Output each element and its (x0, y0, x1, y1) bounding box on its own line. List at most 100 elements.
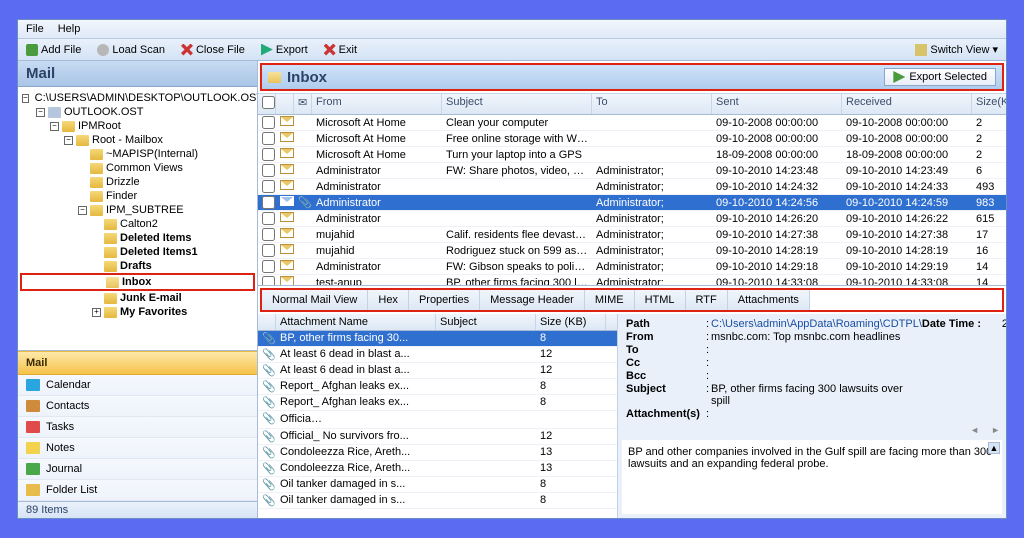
folder-icon (76, 135, 89, 146)
mail-row[interactable]: mujahidRodriguez stuck on 599 as T...Adm… (258, 243, 1006, 259)
envelope-icon (280, 132, 294, 142)
row-checkbox[interactable] (262, 260, 275, 273)
folder-icon (104, 247, 117, 258)
att-header[interactable]: Attachment NameSubjectSize (KB) (258, 314, 617, 331)
paperclip-icon: 📎 (258, 363, 276, 378)
mail-row[interactable]: Microsoft At HomeFree online storage wit… (258, 131, 1006, 147)
add-file-button[interactable]: Add File (24, 43, 83, 57)
row-checkbox[interactable] (262, 228, 275, 241)
export-selected-button[interactable]: Export Selected (884, 68, 996, 86)
load-scan-button[interactable]: Load Scan (95, 43, 167, 57)
attachment-row[interactable]: 📎Oil tanker damaged in s...8 (258, 493, 617, 509)
grid-header[interactable]: ✉ FromSubjectToSentReceivedSize(KB) (258, 93, 1006, 115)
mail-row[interactable]: mujahidCalif. residents flee devastat...… (258, 227, 1006, 243)
expand-icon[interactable]: − (78, 206, 87, 215)
folder-icon (90, 163, 103, 174)
folder-icon (90, 149, 103, 160)
attachment-row[interactable]: 📎Condoleezza Rice, Areth...13 (258, 445, 617, 461)
envelope-icon (280, 212, 294, 222)
scroll-left-icon[interactable]: ◄ (964, 425, 985, 435)
mail-row[interactable]: AdministratorFW: Gibson speaks to polic.… (258, 259, 1006, 275)
expand-icon[interactable]: + (92, 308, 101, 317)
paperclip-icon: 📎 (258, 429, 276, 444)
row-checkbox[interactable] (262, 180, 275, 193)
attachment-row[interactable]: 📎Condoleezza Rice, Areth...13 (258, 461, 617, 477)
expand-icon[interactable]: − (64, 136, 73, 145)
nav-mail[interactable]: Mail (18, 351, 257, 375)
nav-notes[interactable]: Notes (18, 438, 257, 459)
close-file-button[interactable]: Close File (179, 43, 247, 57)
attachment-row[interactable]: 📎Official_ No survivors fro...12 (258, 429, 617, 445)
nav-contacts[interactable]: Contacts (18, 396, 257, 417)
row-checkbox[interactable] (262, 196, 275, 209)
paperclip-icon: 📎 (258, 411, 276, 428)
envelope-icon (280, 228, 294, 238)
nav-tasks[interactable]: Tasks (18, 417, 257, 438)
row-checkbox[interactable] (262, 116, 275, 129)
attachment-row[interactable]: 📎Report_ Afghan leaks ex...8 (258, 395, 617, 411)
folder-icon (62, 121, 75, 132)
tab-message-header[interactable]: Message Header (480, 290, 585, 310)
folder-tree[interactable]: −C:\USERS\ADMIN\DESKTOP\OUTLOOK.OST −OUT… (18, 87, 257, 350)
folder-open-icon (268, 72, 281, 83)
tab-mime[interactable]: MIME (585, 290, 635, 310)
preview-body[interactable]: BP and other companies involved in the G… (622, 440, 1002, 514)
mail-row[interactable]: 📎AdministratorAdministrator;09-10-2010 1… (258, 195, 1006, 211)
paperclip-icon: 📎 (258, 347, 276, 362)
notes-icon (26, 442, 40, 454)
row-checkbox[interactable] (262, 148, 275, 161)
tab-properties[interactable]: Properties (409, 290, 480, 310)
row-checkbox[interactable] (262, 276, 275, 285)
attachments-pane: Attachment NameSubjectSize (KB) 📎BP, oth… (258, 314, 618, 518)
expand-icon[interactable]: − (22, 94, 29, 103)
inbox-title: Inbox (287, 69, 327, 86)
row-checkbox[interactable] (262, 244, 275, 257)
nav-block: Mail Calendar Contacts Tasks Notes Journ… (18, 350, 257, 501)
nav-calendar[interactable]: Calendar (18, 375, 257, 396)
row-checkbox[interactable] (262, 164, 275, 177)
attachment-row[interactable]: 📎At least 6 dead in blast a...12 (258, 363, 617, 379)
tooltip: Report_ Afghan leaks expose identities o… (311, 412, 436, 427)
attachment-row[interactable]: 📎Report_ Afghan leaks ex...8 (258, 379, 617, 395)
switch-view-button[interactable]: Switch View ▾ (913, 42, 1000, 57)
expand-icon[interactable]: − (50, 122, 59, 131)
scroll-right-icon[interactable]: ► (985, 425, 1006, 435)
select-all-checkbox[interactable] (262, 96, 275, 109)
mail-row[interactable]: Microsoft At HomeTurn your laptop into a… (258, 147, 1006, 163)
tab-html[interactable]: HTML (635, 290, 686, 310)
folder-icon (104, 293, 117, 304)
tab-hex[interactable]: Hex (368, 290, 409, 310)
attachment-row[interactable]: 📎BP, other firms facing 30...8 (258, 331, 617, 347)
exit-button[interactable]: Exit (322, 43, 359, 57)
nav-folderlist[interactable]: Folder List (18, 480, 257, 501)
close-icon (181, 44, 193, 56)
menu-help[interactable]: Help (58, 23, 81, 35)
mail-row[interactable]: test-anupBP, other firms facing 300 la..… (258, 275, 1006, 285)
switch-view-icon (915, 44, 927, 56)
folder-icon (90, 205, 103, 216)
row-checkbox[interactable] (262, 132, 275, 145)
db-icon (48, 107, 61, 118)
attachment-row[interactable]: 📎Oil tanker damaged in s...8 (258, 477, 617, 493)
tree-inbox[interactable]: Inbox (20, 273, 255, 291)
nav-journal[interactable]: Journal (18, 459, 257, 480)
row-checkbox[interactable] (262, 212, 275, 225)
envelope-icon (280, 260, 294, 270)
folder-open-icon (106, 277, 119, 288)
export-button[interactable]: Export (259, 43, 310, 57)
scroll-up-icon[interactable]: ▲ (988, 442, 1000, 454)
mail-row[interactable]: AdministratorFW: Share photos, video, an… (258, 163, 1006, 179)
mail-row[interactable]: Microsoft At HomeClean your computer09-1… (258, 115, 1006, 131)
mail-row[interactable]: AdministratorAdministrator;09-10-2010 14… (258, 211, 1006, 227)
expand-icon[interactable]: − (36, 108, 45, 117)
tab-rtf[interactable]: RTF (686, 290, 728, 310)
attachment-row[interactable]: 📎At least 6 dead in blast a...12 (258, 347, 617, 363)
paperclip-icon: 📎 (258, 379, 276, 394)
envelope-icon (280, 180, 294, 190)
tab-normal-mail-view[interactable]: Normal Mail View (262, 290, 368, 310)
attachment-row[interactable]: 📎OfficiaReport_ Afghan leaks expose iden… (258, 411, 617, 429)
mail-row[interactable]: AdministratorAdministrator;09-10-2010 14… (258, 179, 1006, 195)
menu-file[interactable]: File (26, 23, 44, 35)
tab-attachments[interactable]: Attachments (728, 290, 810, 310)
folder-icon (90, 177, 103, 188)
